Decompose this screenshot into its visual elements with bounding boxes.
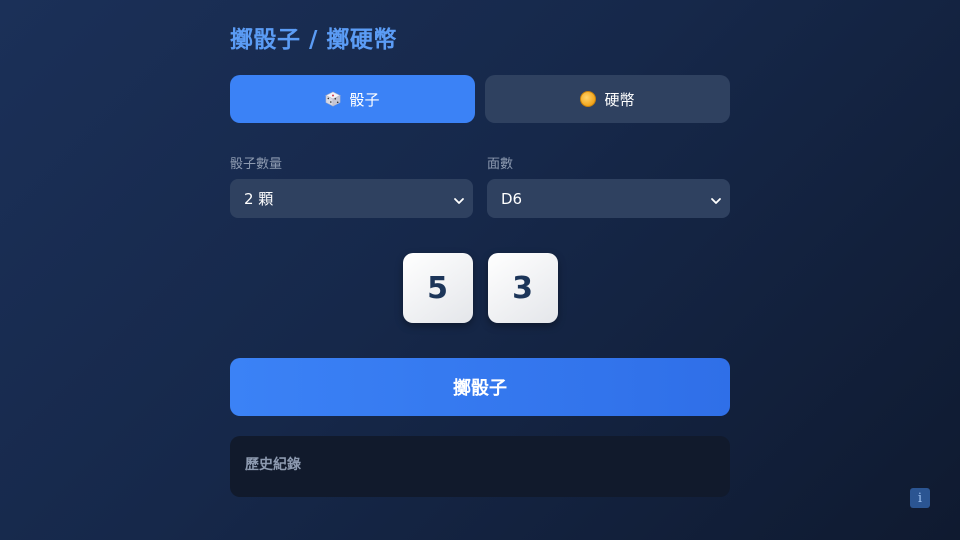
dice-count-label: 骰子數量 bbox=[230, 157, 283, 172]
mode-tabs: 骰子 硬幣 bbox=[230, 75, 730, 123]
history-title: 歷史紀錄 bbox=[245, 457, 301, 473]
roll-button[interactable]: 擲骰子 bbox=[230, 358, 730, 416]
faces-label: 面數 bbox=[487, 157, 514, 172]
tab-coin-label: 硬幣 bbox=[604, 90, 635, 109]
dice-count-group: 骰子數量 2 顆 bbox=[230, 156, 473, 218]
dice-count-select[interactable]: 2 顆 bbox=[230, 179, 473, 218]
coin-icon bbox=[580, 91, 597, 107]
faces-group: 面數 D6 bbox=[487, 156, 730, 218]
settings-row: 骰子數量 2 顆 面數 D6 bbox=[230, 156, 730, 218]
die-result: 3 bbox=[487, 253, 558, 323]
history-panel: 歷史紀錄 bbox=[230, 436, 730, 497]
dice-count-value: 2 顆 bbox=[244, 190, 274, 208]
faces-value: D6 bbox=[501, 189, 523, 208]
chevron-down-icon bbox=[710, 193, 722, 205]
tab-dice-label: 骰子 bbox=[349, 90, 380, 109]
faces-select[interactable]: D6 bbox=[487, 179, 730, 218]
chevron-down-icon bbox=[453, 193, 465, 205]
tab-dice[interactable]: 骰子 bbox=[230, 75, 475, 123]
dice-result-area: 5 3 bbox=[230, 253, 730, 323]
die-result: 5 bbox=[402, 253, 473, 323]
page-title: 擲骰子 / 擲硬幣 bbox=[230, 27, 397, 53]
dice-icon bbox=[325, 91, 342, 107]
info-icon[interactable]: i bbox=[910, 488, 930, 508]
app-panel: 擲骰子 / 擲硬幣 骰子 硬幣 骰子數量 2 顆 面數 D6 5 3 擲骰子 歷… bbox=[230, 22, 730, 497]
tab-coin[interactable]: 硬幣 bbox=[485, 75, 730, 123]
